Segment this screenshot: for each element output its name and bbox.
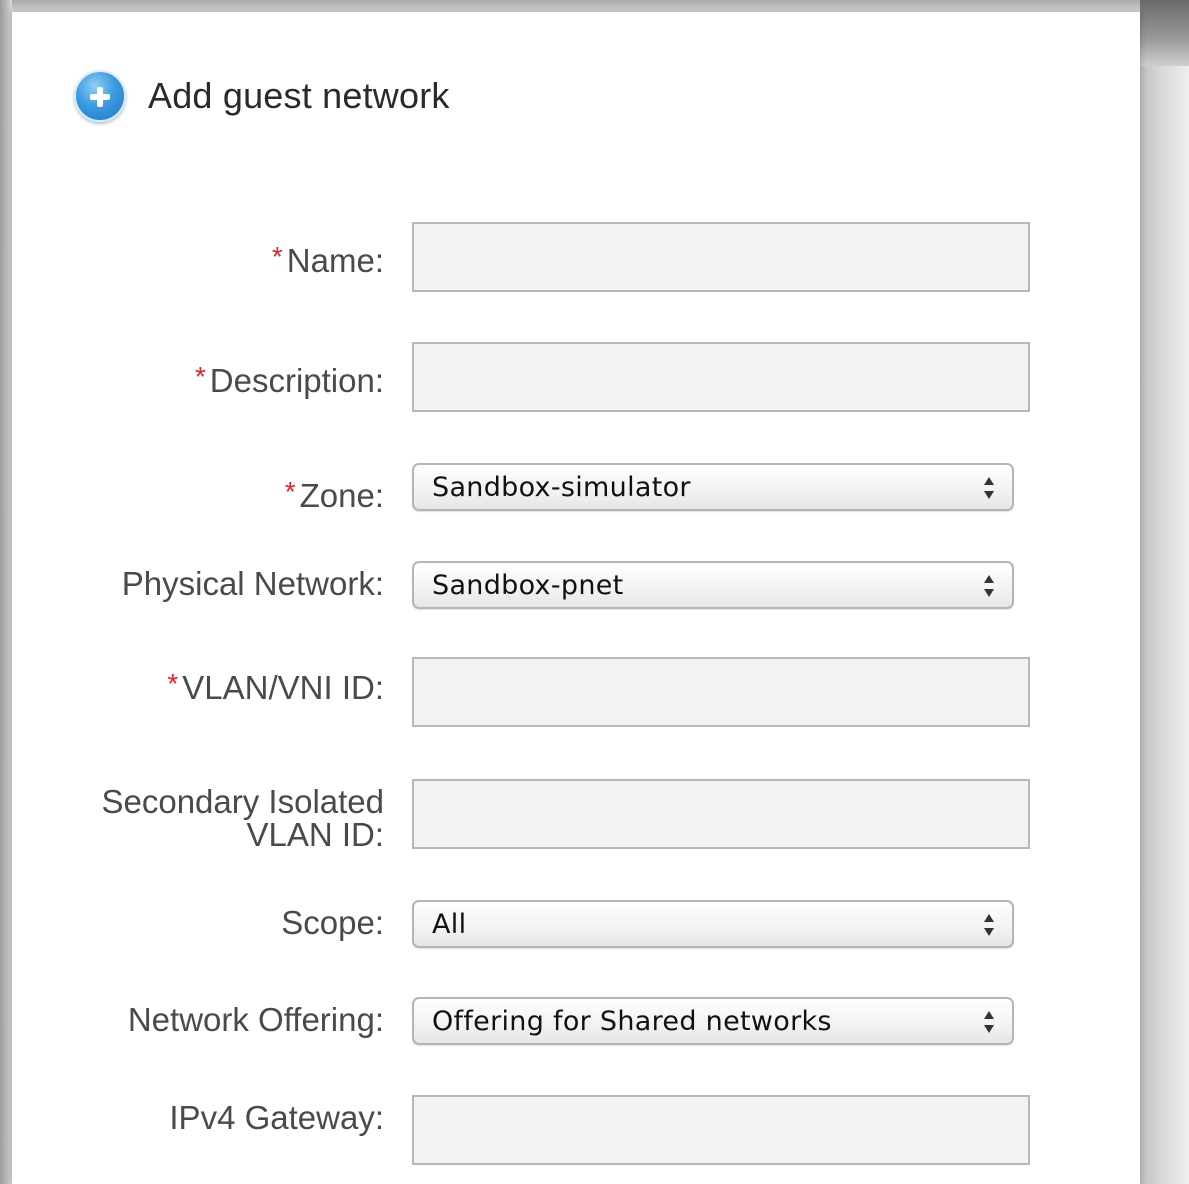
physical-network-select[interactable]: Sandbox-pnet	[412, 561, 1014, 609]
secondary-isolated-vlan-id-input[interactable]	[412, 779, 1030, 849]
network-offering-label: Network Offering:	[128, 1003, 384, 1037]
backdrop-top-edge	[0, 0, 1189, 12]
dialog-title-bar: Add guest network	[74, 66, 450, 126]
scope-selected-value: All	[432, 908, 467, 940]
updown-arrows-icon	[984, 575, 994, 597]
vlan-vni-id-label: * VLAN/VNI ID:	[167, 667, 384, 705]
physical-network-selected-value: Sandbox-pnet	[432, 569, 624, 601]
backdrop-left-edge	[0, 0, 12, 1184]
vlan-vni-id-label-text: VLAN/VNI ID:	[182, 669, 384, 706]
network-offering-selected-value: Offering for Shared networks	[432, 1005, 832, 1037]
physical-network-label: Physical Network:	[122, 567, 384, 601]
zone-label: * Zone:	[285, 475, 384, 513]
updown-arrows-icon	[984, 477, 994, 499]
add-circle-icon	[74, 70, 126, 122]
zone-label-text: Zone:	[299, 477, 384, 514]
updown-arrows-icon	[984, 1011, 994, 1033]
network-offering-select[interactable]: Offering for Shared networks	[412, 997, 1014, 1045]
scope-label: Scope:	[281, 906, 384, 940]
required-marker: *	[194, 361, 206, 392]
backdrop-right-header	[1140, 0, 1189, 66]
secondary-isolated-vlan-id-label-line2: VLAN ID:	[246, 816, 384, 853]
ipv4-gateway-label-text: IPv4 Gateway:	[169, 1099, 384, 1136]
description-label: * Description:	[195, 360, 384, 398]
ipv4-gateway-label: IPv4 Gateway:	[169, 1101, 384, 1135]
network-offering-label-text: Network Offering:	[127, 1001, 384, 1038]
zone-select[interactable]: Sandbox-simulator	[412, 463, 1014, 511]
required-marker: *	[271, 241, 283, 272]
dialog-title: Add guest network	[148, 75, 450, 116]
updown-arrows-icon	[984, 914, 994, 936]
scope-label-text: Scope:	[281, 904, 384, 941]
required-marker: *	[167, 668, 179, 699]
secondary-isolated-vlan-id-label-line1: Secondary Isolated	[101, 783, 384, 820]
add-guest-network-dialog: Add guest network * Name: * Description: *…	[12, 12, 1140, 1184]
physical-network-label-text: Physical Network:	[121, 565, 384, 602]
vlan-vni-id-input[interactable]	[412, 657, 1030, 727]
zone-selected-value: Sandbox-simulator	[432, 471, 691, 503]
scope-select[interactable]: All	[412, 900, 1014, 948]
backdrop-right-edge	[1140, 0, 1189, 1184]
ipv4-gateway-input[interactable]	[412, 1095, 1030, 1165]
required-marker: *	[284, 476, 296, 507]
secondary-isolated-vlan-id-label: Secondary Isolated VLAN ID:	[101, 785, 384, 851]
description-input[interactable]	[412, 342, 1030, 412]
description-label-text: Description:	[209, 362, 384, 399]
name-label-text: Name:	[286, 242, 384, 279]
name-label: * Name:	[272, 240, 384, 278]
name-input[interactable]	[412, 222, 1030, 292]
